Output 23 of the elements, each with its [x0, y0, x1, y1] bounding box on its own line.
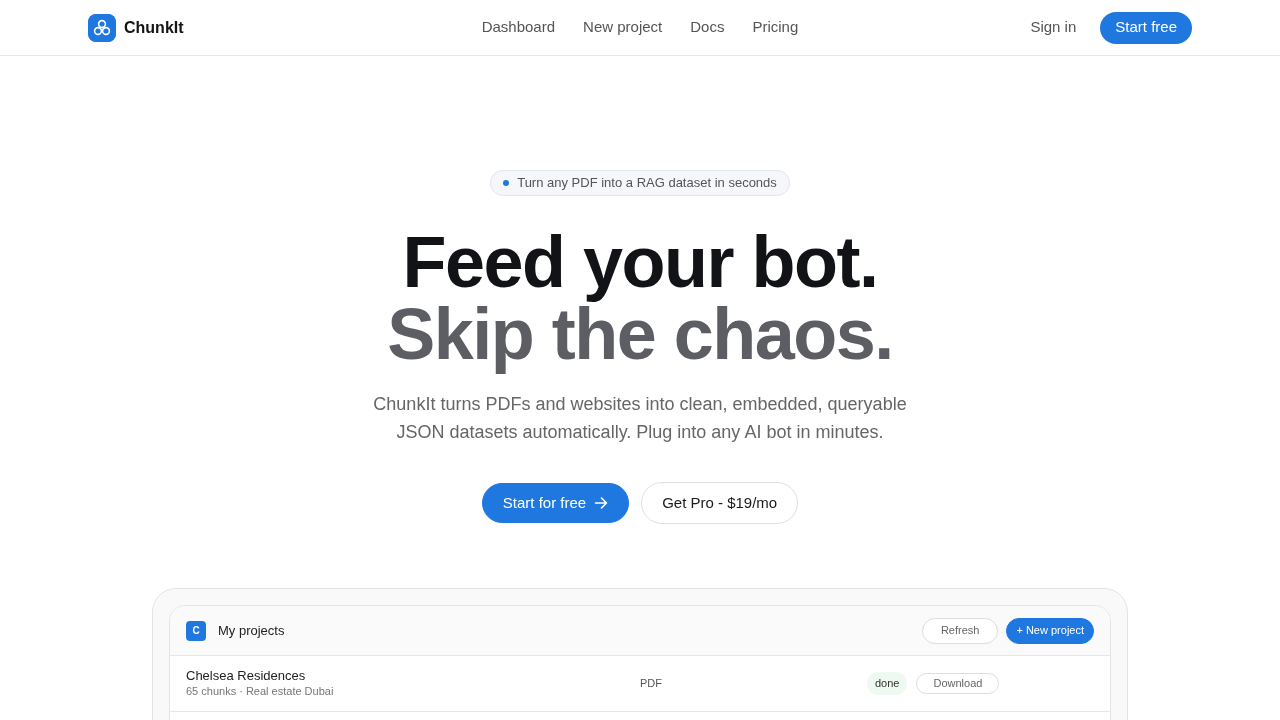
refresh-button[interactable]: Refresh	[921, 617, 999, 644]
tagline-text: Turn any PDF into a RAG dataset in seconds	[517, 174, 777, 193]
pro-plan-button[interactable]: Get Pro - $19/mo	[641, 482, 799, 524]
project-name: Chelsea Residences	[186, 668, 307, 684]
nav-link[interactable]: Docs	[690, 16, 725, 39]
status-badge: done	[867, 672, 908, 695]
nav-link[interactable]: New project	[583, 16, 663, 39]
nav-link[interactable]: Pricing	[752, 16, 799, 39]
avatar-tile: C	[186, 620, 206, 641]
download-button[interactable]: Download	[916, 673, 1000, 694]
hero-description: ChunkIt turns PDFs and websites into clean, embedded, queryable JSON datasets automatically. Plug into any AI bot in minutes.	[372, 393, 908, 444]
project-meta: 65 chunks · Real estate Dubai	[186, 684, 335, 699]
nav-link[interactable]: Dashboard	[481, 16, 556, 39]
arrow-right-icon	[594, 496, 609, 510]
brand-name: ChunkIt	[124, 17, 184, 38]
new-project-button[interactable]: + New project	[1006, 617, 1094, 644]
logo-icon	[88, 13, 116, 42]
dot-icon	[503, 180, 510, 186]
projects-title: My projects	[218, 621, 285, 640]
start-free-button[interactable]: Start free	[1100, 11, 1192, 44]
project-type: PDF	[640, 676, 663, 692]
sign-in-link[interactable]: Sign in	[1030, 16, 1077, 39]
start-button[interactable]: Start for free	[481, 483, 630, 523]
